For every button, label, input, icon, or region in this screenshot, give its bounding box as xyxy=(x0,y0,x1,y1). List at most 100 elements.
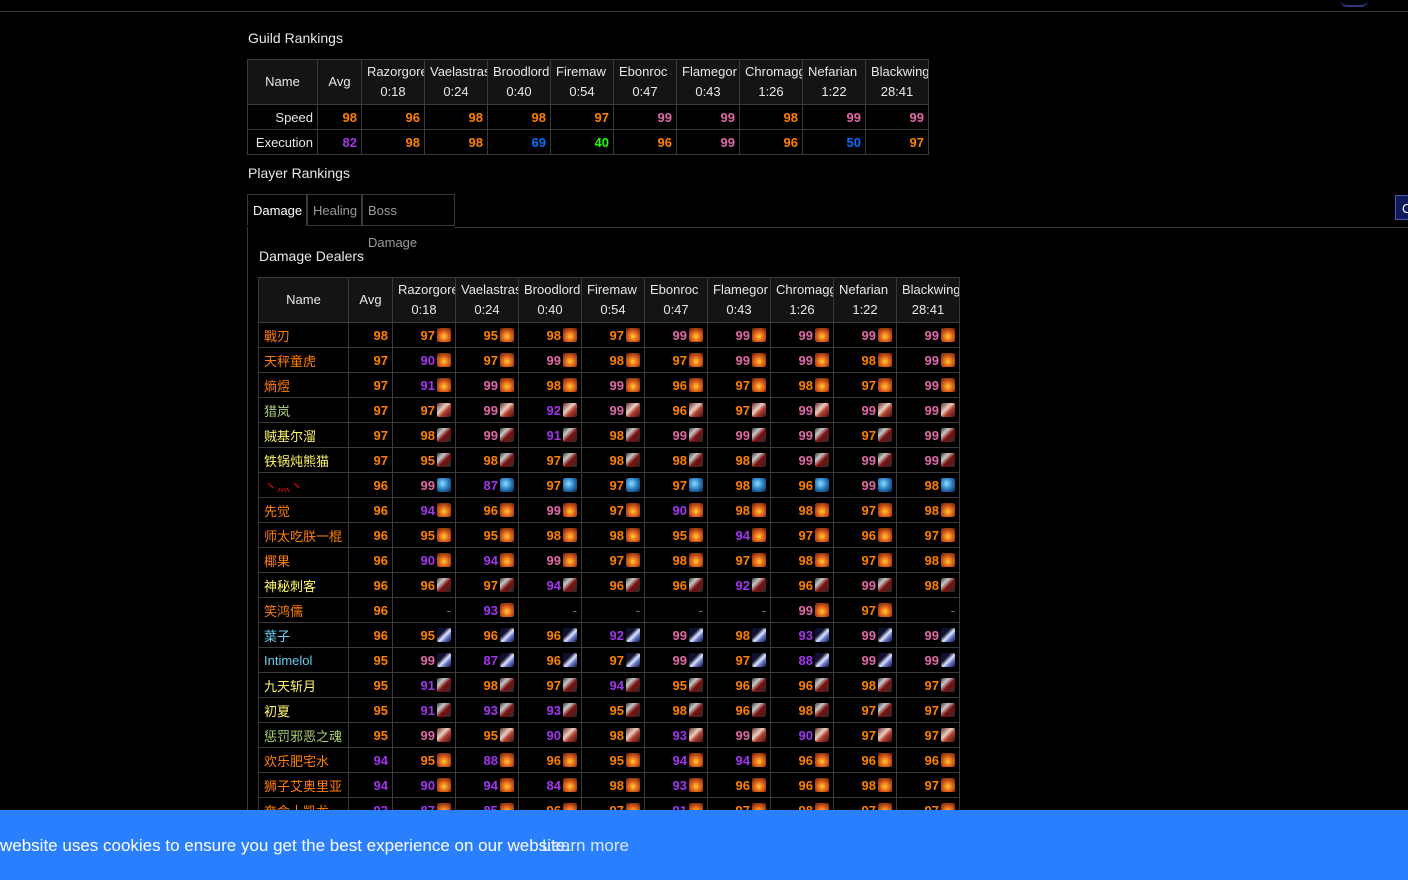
player-percentile[interactable]: 98 xyxy=(455,447,519,473)
player-name[interactable]: 神秘刺客 xyxy=(258,572,349,598)
guild-percentile[interactable]: 99 xyxy=(676,104,740,130)
player-name[interactable]: 九天斩月 xyxy=(258,672,349,698)
player-percentile[interactable]: 96 xyxy=(770,772,834,798)
player-name[interactable]: 猎岚 xyxy=(258,397,349,423)
player-percentile[interactable]: 97 xyxy=(833,722,897,748)
player-percentile[interactable]: 99 xyxy=(707,322,771,348)
player-percentile[interactable]: 95 xyxy=(392,447,456,473)
player-percentile[interactable]: 97 xyxy=(770,522,834,548)
guild-percentile[interactable]: 69 xyxy=(487,129,551,155)
boss-header[interactable]: Chromaggus 1:26 xyxy=(770,277,834,323)
player-percentile[interactable]: 97 xyxy=(707,547,771,573)
player-percentile[interactable]: 90 xyxy=(392,347,456,373)
player-percentile[interactable]: 97 xyxy=(707,397,771,423)
player-percentile[interactable]: 98 xyxy=(770,372,834,398)
player-percentile[interactable]: 99 xyxy=(392,647,456,673)
player-percentile[interactable]: 96 xyxy=(896,747,960,773)
guild-percentile[interactable]: 98 xyxy=(424,129,488,155)
player-percentile[interactable]: 96 xyxy=(581,572,645,598)
player-percentile[interactable]: 99 xyxy=(896,447,960,473)
player-percentile[interactable]: 93 xyxy=(644,772,708,798)
boss-header[interactable]: Flamegor 0:43 xyxy=(676,59,740,105)
player-percentile[interactable]: 98 xyxy=(518,522,582,548)
player-percentile[interactable]: 99 xyxy=(896,422,960,448)
player-percentile[interactable]: 98 xyxy=(707,447,771,473)
player-name[interactable]: 欢乐肥宅水 xyxy=(258,747,349,773)
player-percentile[interactable]: 96 xyxy=(707,772,771,798)
player-percentile[interactable]: 90 xyxy=(518,722,582,748)
boss-header[interactable]: Blackwing 28:41 xyxy=(896,277,960,323)
player-percentile[interactable]: 91 xyxy=(392,372,456,398)
player-percentile[interactable]: 98 xyxy=(581,422,645,448)
player-percentile[interactable]: 94 xyxy=(644,747,708,773)
player-percentile[interactable]: 96 xyxy=(770,747,834,773)
player-percentile[interactable]: 99 xyxy=(770,347,834,373)
player-percentile[interactable]: 99 xyxy=(833,397,897,423)
player-percentile[interactable]: 98 xyxy=(581,722,645,748)
learn-more-link[interactable]: Learn more xyxy=(542,836,629,856)
player-name[interactable]: 天秤童虎 xyxy=(258,347,349,373)
boss-header[interactable]: Firemaw 0:54 xyxy=(550,59,614,105)
player-percentile[interactable]: 99 xyxy=(770,447,834,473)
player-percentile[interactable]: - xyxy=(644,597,708,623)
player-percentile[interactable]: 99 xyxy=(770,397,834,423)
player-percentile[interactable]: 98 xyxy=(896,547,960,573)
guild-percentile[interactable]: 99 xyxy=(865,104,929,130)
boss-header[interactable]: Vaelastrasz 0:24 xyxy=(455,277,519,323)
player-percentile[interactable]: 98 xyxy=(518,322,582,348)
player-percentile[interactable]: 87 xyxy=(455,472,519,498)
player-percentile[interactable]: 96 xyxy=(518,647,582,673)
player-percentile[interactable]: 99 xyxy=(455,422,519,448)
player-name[interactable]: 熵煜 xyxy=(258,372,349,398)
player-percentile[interactable]: 98 xyxy=(644,697,708,723)
player-percentile[interactable]: 99 xyxy=(518,347,582,373)
player-percentile[interactable]: 93 xyxy=(518,697,582,723)
player-percentile[interactable]: - xyxy=(581,597,645,623)
player-percentile[interactable]: 96 xyxy=(770,672,834,698)
player-percentile[interactable]: 98 xyxy=(581,772,645,798)
player-name[interactable]: 师太吃朕一棍 xyxy=(258,522,349,548)
boss-header[interactable]: Broodlord 0:40 xyxy=(518,277,582,323)
player-percentile[interactable]: 90 xyxy=(644,497,708,523)
player-percentile[interactable]: 96 xyxy=(833,747,897,773)
player-percentile[interactable]: 99 xyxy=(833,622,897,648)
player-percentile[interactable]: 96 xyxy=(455,497,519,523)
player-percentile[interactable]: 99 xyxy=(770,322,834,348)
tab-boss-damage[interactable]: Boss Damage xyxy=(362,194,455,250)
boss-header[interactable]: Firemaw 0:54 xyxy=(581,277,645,323)
player-percentile[interactable]: 98 xyxy=(455,672,519,698)
player-name[interactable]: 戰刃 xyxy=(258,322,349,348)
player-name[interactable]: 狮子艾奥里亚 xyxy=(258,772,349,798)
player-percentile[interactable]: - xyxy=(518,597,582,623)
player-percentile[interactable]: 98 xyxy=(392,422,456,448)
player-percentile[interactable]: 95 xyxy=(392,522,456,548)
player-percentile[interactable]: 99 xyxy=(833,447,897,473)
boss-header[interactable]: Vaelastrasz 0:24 xyxy=(424,59,488,105)
player-percentile[interactable]: 99 xyxy=(896,347,960,373)
player-name[interactable]: 葉子 xyxy=(258,622,349,648)
player-percentile[interactable]: 95 xyxy=(392,747,456,773)
player-percentile[interactable]: 97 xyxy=(644,347,708,373)
player-percentile[interactable]: 98 xyxy=(707,497,771,523)
player-percentile[interactable]: 99 xyxy=(392,472,456,498)
player-percentile[interactable]: 98 xyxy=(896,472,960,498)
player-percentile[interactable]: 98 xyxy=(707,622,771,648)
player-percentile[interactable]: 99 xyxy=(707,422,771,448)
player-percentile[interactable]: 97 xyxy=(581,547,645,573)
boss-header[interactable]: Ebonroc 0:47 xyxy=(644,277,708,323)
player-percentile[interactable]: 99 xyxy=(833,572,897,598)
guild-percentile[interactable]: 99 xyxy=(802,104,866,130)
player-percentile[interactable]: 97 xyxy=(581,497,645,523)
player-percentile[interactable]: 99 xyxy=(455,372,519,398)
player-percentile[interactable]: 98 xyxy=(770,547,834,573)
player-name[interactable]: 铁锅炖熊猫 xyxy=(258,447,349,473)
player-percentile[interactable]: 99 xyxy=(833,322,897,348)
site-logo[interactable] xyxy=(1340,0,1368,7)
guild-percentile[interactable]: 99 xyxy=(613,104,677,130)
player-percentile[interactable]: 97 xyxy=(833,372,897,398)
player-percentile[interactable]: - xyxy=(707,597,771,623)
player-name[interactable]: 初夏 xyxy=(258,697,349,723)
side-button[interactable]: C xyxy=(1395,195,1408,220)
player-percentile[interactable]: 96 xyxy=(770,572,834,598)
player-percentile[interactable]: 88 xyxy=(770,647,834,673)
